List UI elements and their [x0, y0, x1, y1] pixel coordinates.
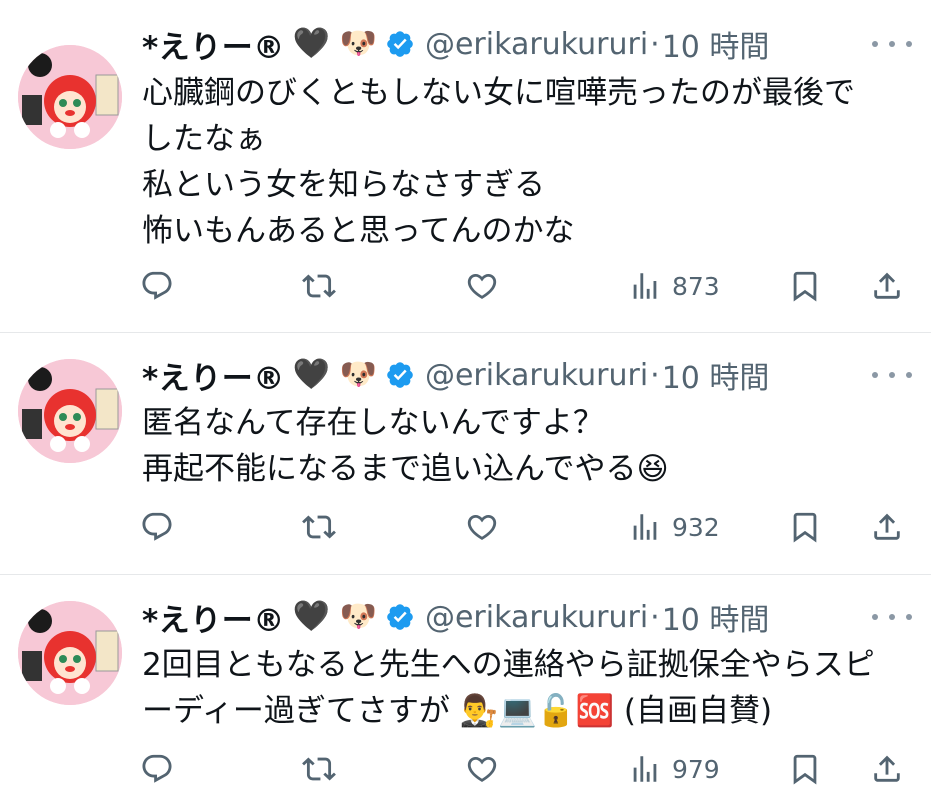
tweet-line: 再起不能になるまで追い込んでやる😆 [142, 451, 669, 487]
like-button[interactable] [465, 507, 499, 547]
reply-icon [142, 271, 172, 300]
verified-badge-icon [387, 31, 413, 57]
retweet-icon [302, 274, 336, 298]
heart-icon [467, 273, 497, 299]
tweet-line: 匿名なんて存在しないんですよ？ [142, 405, 604, 441]
action-bar: 979 [140, 749, 910, 789]
avatar-image [18, 45, 122, 149]
tweet-line: 怖いもんあると思ってんのかな [142, 213, 575, 249]
views-count: 873 [672, 271, 720, 301]
display-name[interactable]: *えりー® [142, 22, 285, 67]
views-icon [633, 514, 657, 540]
avatar-image [18, 359, 122, 463]
bookmark-button[interactable] [788, 507, 822, 547]
user-handle[interactable]: @erikarukururi [425, 27, 648, 62]
avatar[interactable] [18, 601, 122, 705]
user-handle[interactable]: @erikarukururi [425, 358, 648, 393]
separator-dot: · [650, 599, 660, 635]
bookmark-icon [793, 512, 817, 543]
more-icon[interactable] [872, 602, 912, 632]
avatar[interactable] [18, 45, 122, 149]
retweet-button[interactable] [302, 266, 336, 306]
retweet-icon [302, 515, 336, 539]
views-icon [633, 756, 657, 782]
tweet-text: 2回目ともなると先生への連絡やら証拠保全やらスピ ーディー過ぎてさすが 👨‍⚖️… [142, 642, 912, 734]
user-handle[interactable]: @erikarukururi [425, 600, 648, 635]
bookmark-icon [793, 271, 817, 302]
reply-icon [142, 512, 172, 541]
views-icon [633, 273, 657, 299]
verified-badge-icon [387, 362, 413, 388]
share-icon [874, 755, 900, 782]
views-button[interactable]: 932 [628, 507, 720, 547]
verified-badge-icon [387, 604, 413, 630]
tweet-line: 私という女を知らなさすぎる [142, 167, 545, 203]
tweet-line: 2回目ともなると先生への連絡やら証拠保全やらスピ [142, 647, 875, 683]
tweet-line: 心臓鋼のびくともしない女に喧嘩売ったのが最後で [142, 75, 855, 111]
tweet-line: したなぁ [142, 121, 266, 157]
retweet-icon [302, 757, 336, 781]
views-button[interactable]: 873 [628, 266, 720, 306]
share-icon [874, 513, 900, 540]
views-button[interactable]: 979 [628, 749, 720, 789]
reply-icon [142, 754, 172, 783]
separator-dot: · [650, 26, 660, 62]
tweet-2[interactable]: *えりー® 🖤 🐶 @erikarukururi · 10 時間 匿名なんて存在… [0, 333, 931, 574]
more-icon[interactable] [872, 29, 912, 59]
tweet-header: *えりー® 🖤 🐶 @erikarukururi · 10 時間 [142, 595, 769, 639]
bookmark-icon [793, 754, 817, 785]
name-emoji: 🖤 🐶 [292, 357, 377, 392]
tweet-header: *えりー® 🖤 🐶 @erikarukururi · 10 時間 [142, 22, 769, 66]
retweet-button[interactable] [302, 749, 336, 789]
retweet-button[interactable] [302, 507, 336, 547]
reply-button[interactable] [140, 749, 174, 789]
avatar-image [18, 601, 122, 705]
share-button[interactable] [870, 749, 904, 789]
heart-icon [467, 514, 497, 540]
timestamp[interactable]: 10 時間 [662, 595, 770, 639]
tweet-header: *えりー® 🖤 🐶 @erikarukururi · 10 時間 [142, 353, 769, 397]
views-count: 932 [672, 512, 720, 542]
tweet-line: ーディー過ぎてさすが 👨‍⚖️💻🔓🆘 (自画自賛) [142, 693, 773, 729]
tweet-text: 匿名なんて存在しないんですよ？ 再起不能になるまで追い込んでやる😆 [142, 400, 912, 492]
display-name[interactable]: *えりー® [142, 595, 285, 640]
bookmark-button[interactable] [788, 749, 822, 789]
share-icon [874, 272, 900, 299]
share-button[interactable] [870, 507, 904, 547]
timestamp[interactable]: 10 時間 [662, 353, 770, 397]
tweet-text: 心臓鋼のびくともしない女に喧嘩売ったのが最後で したなぁ 私という女を知らなさす… [142, 70, 912, 254]
display-name[interactable]: *えりー® [142, 353, 285, 398]
like-button[interactable] [465, 749, 499, 789]
share-button[interactable] [870, 266, 904, 306]
tweet-1[interactable]: *えりー® 🖤 🐶 @erikarukururi · 10 時間 心臓鋼のびくと… [0, 0, 931, 333]
like-button[interactable] [465, 266, 499, 306]
more-icon[interactable] [872, 360, 912, 390]
name-emoji: 🖤 🐶 [292, 26, 377, 61]
name-emoji: 🖤 🐶 [292, 599, 377, 634]
tweet-3[interactable]: *えりー® 🖤 🐶 @erikarukururi · 10 時間 2回目ともなる… [0, 575, 931, 800]
views-count: 979 [672, 754, 720, 784]
bookmark-button[interactable] [788, 266, 822, 306]
reply-button[interactable] [140, 266, 174, 306]
timestamp[interactable]: 10 時間 [662, 22, 770, 66]
action-bar: 932 [140, 507, 910, 547]
reply-button[interactable] [140, 507, 174, 547]
heart-icon [467, 756, 497, 782]
action-bar: 873 [140, 266, 910, 306]
avatar[interactable] [18, 359, 122, 463]
separator-dot: · [650, 357, 660, 393]
